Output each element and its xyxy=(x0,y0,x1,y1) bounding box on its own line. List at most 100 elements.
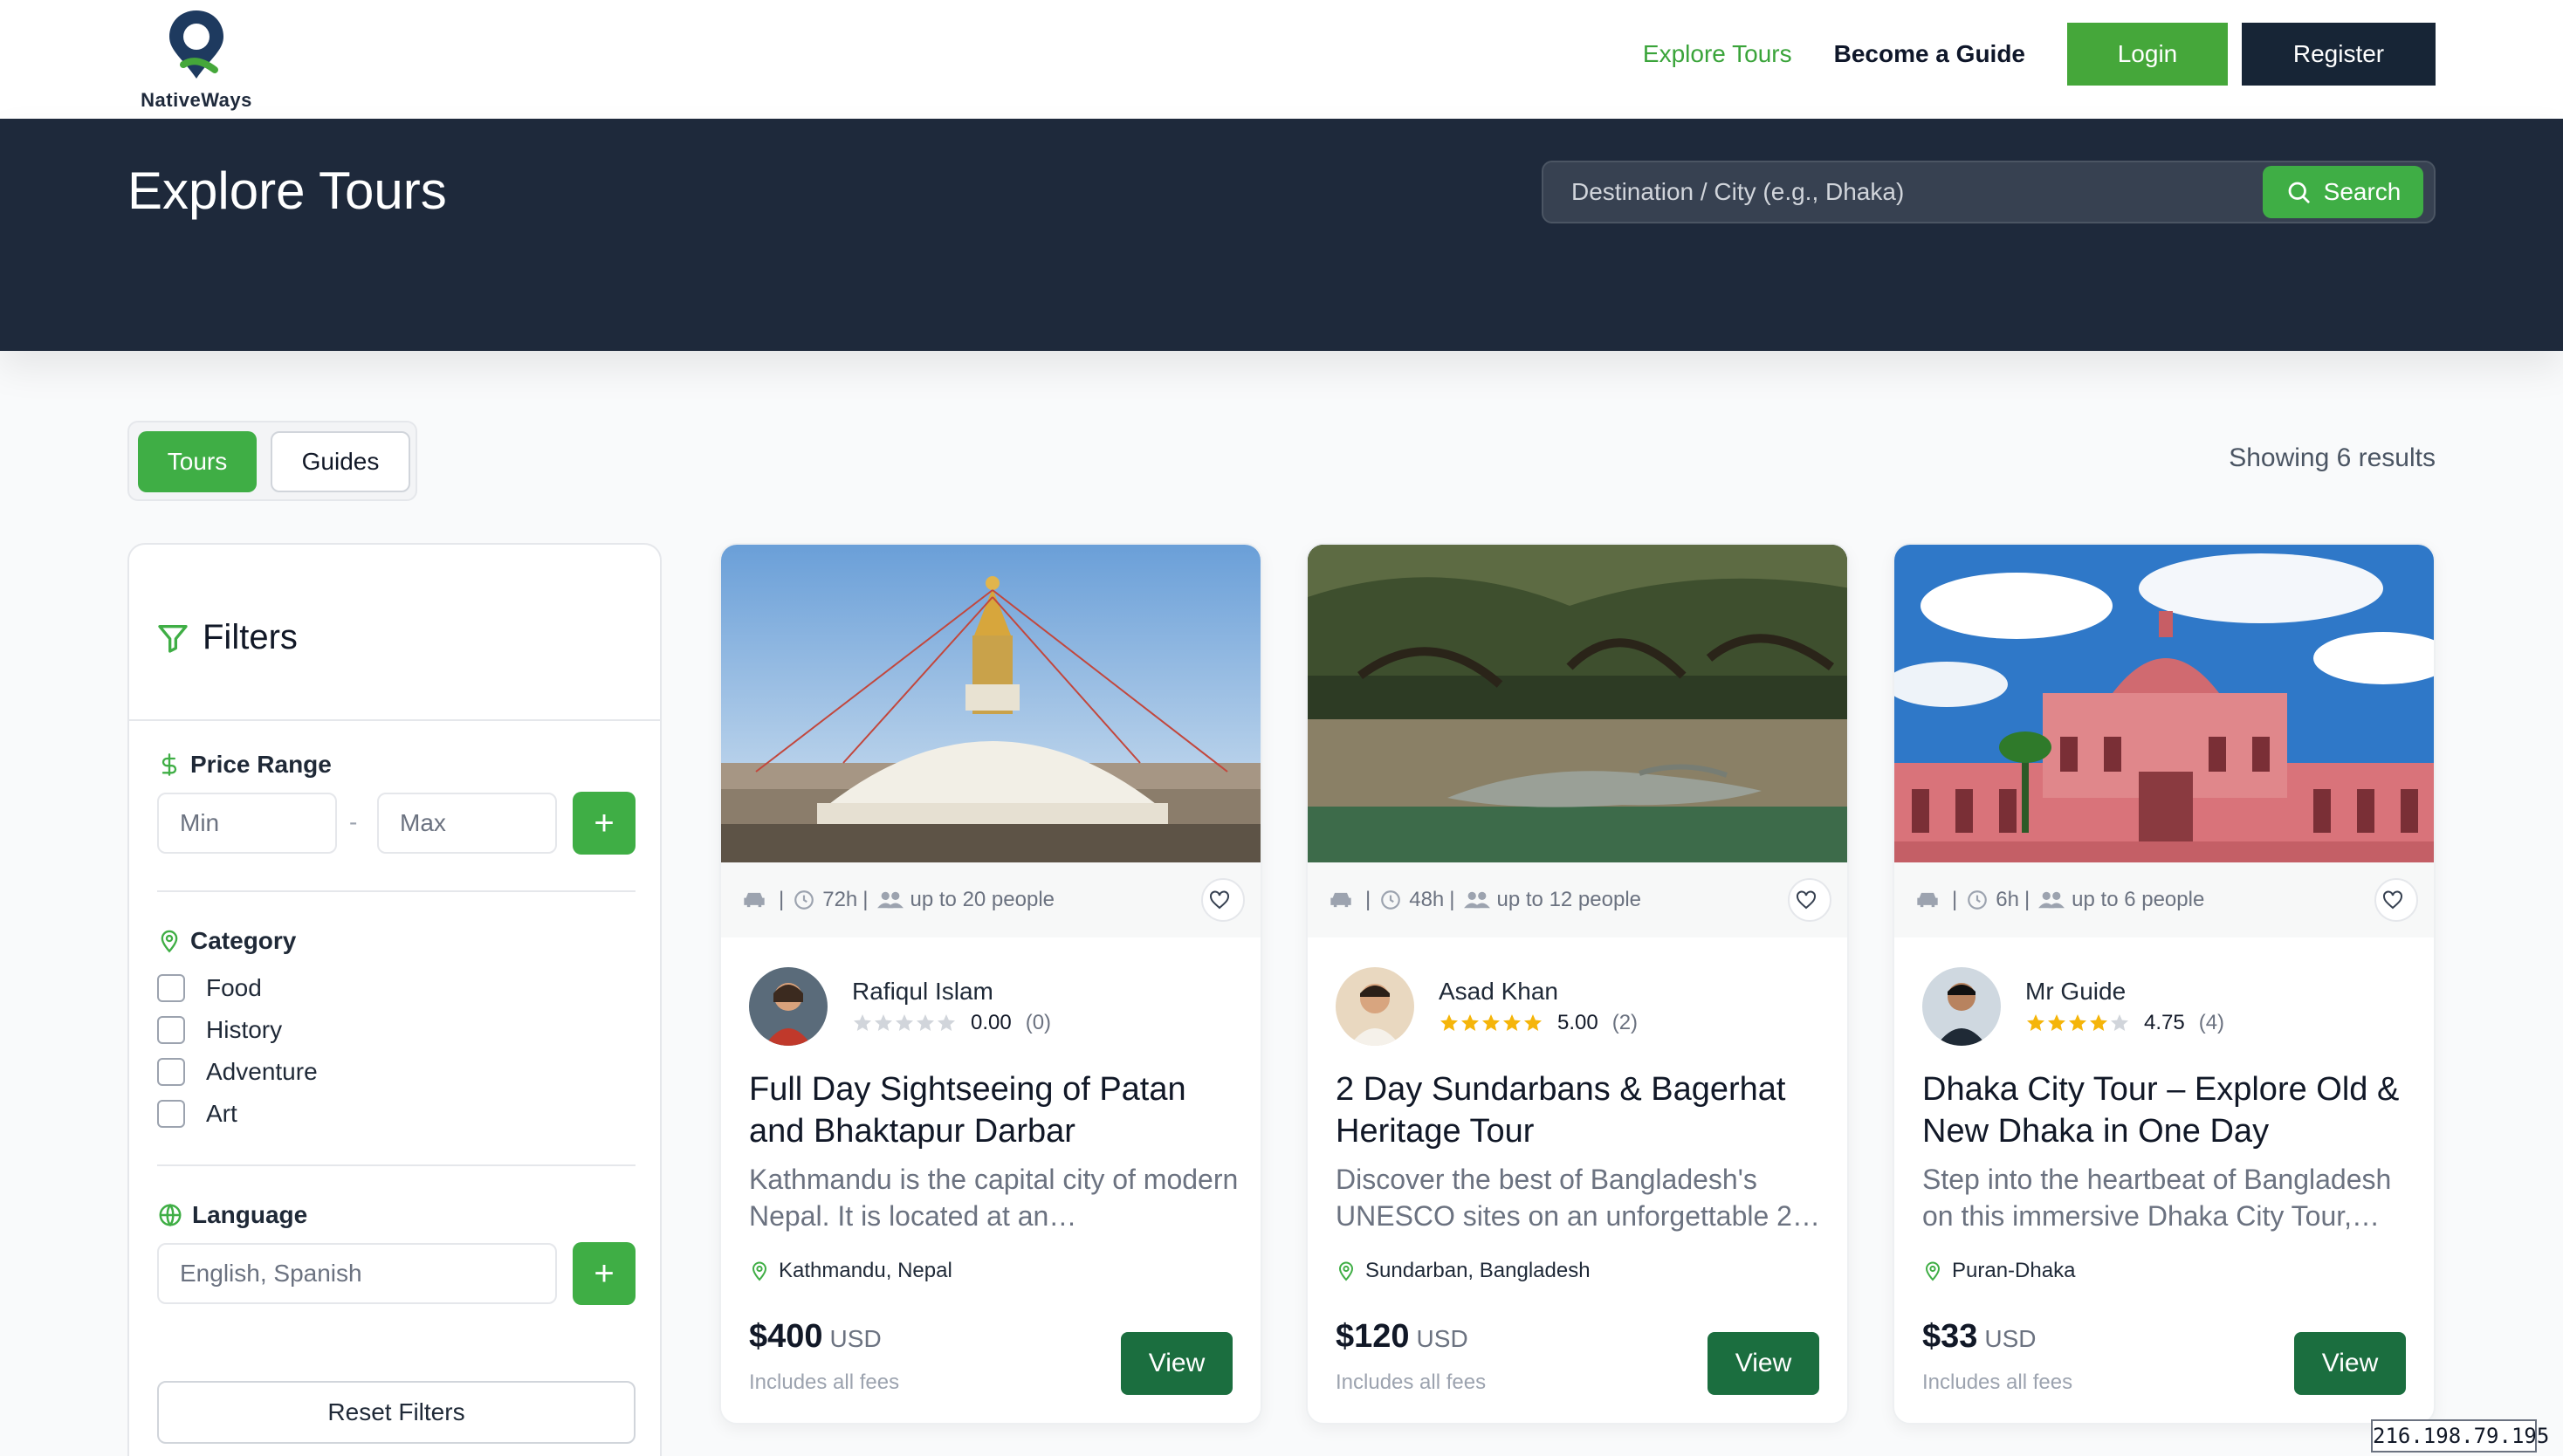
register-button[interactable]: Register xyxy=(2242,23,2436,86)
star-icon xyxy=(875,1014,892,1031)
price-min-input[interactable] xyxy=(157,793,337,854)
nav-become-guide[interactable]: Become a Guide xyxy=(1834,40,2025,68)
map-pin-icon xyxy=(161,930,178,953)
guide-name[interactable]: Asad Khan xyxy=(1439,978,1558,1006)
filter-icon xyxy=(158,624,188,653)
tour-location: Puran-Dhaka xyxy=(1922,1259,2075,1283)
tour-capacity: up to 12 people xyxy=(1496,888,1641,911)
favorite-button[interactable] xyxy=(1788,878,1831,922)
language-input[interactable] xyxy=(157,1243,557,1304)
results-count: Showing 6 results xyxy=(2229,443,2436,472)
tour-meta: | 72h | up to 20 people xyxy=(721,862,1261,937)
category-history[interactable]: History xyxy=(157,1016,282,1044)
search-button-label: Search xyxy=(2323,178,2402,205)
tab-tours[interactable]: Tours xyxy=(138,431,257,492)
clock-icon xyxy=(1968,890,1988,910)
tour-price: $33 USD xyxy=(1922,1318,2037,1356)
star-icon xyxy=(2090,1014,2107,1031)
star-icon xyxy=(896,1014,913,1031)
category-art[interactable]: Art xyxy=(157,1100,237,1128)
star-rating xyxy=(2025,1013,2130,1034)
star-icon xyxy=(917,1014,934,1031)
tour-description: Step into the heartbeat of Bangladesh on… xyxy=(1922,1164,2392,1232)
review-count: (4) xyxy=(2198,1011,2225,1034)
hero-banner: Explore Tours Search xyxy=(0,119,2563,351)
search-icon xyxy=(2288,182,2310,203)
category-history-checkbox[interactable] xyxy=(157,1016,185,1044)
tour-fees-note: Includes all fees xyxy=(749,1370,900,1394)
tour-title[interactable]: Full Day Sightseeing of Patan and Bhakta… xyxy=(749,1068,1247,1152)
filters-divider xyxy=(129,719,660,721)
favorite-button[interactable] xyxy=(2374,878,2418,922)
tour-image-crocodile[interactable] xyxy=(1308,545,1847,862)
destination-search-input[interactable] xyxy=(1543,162,2259,222)
tour-title[interactable]: Dhaka City Tour – Explore Old & New Dhak… xyxy=(1922,1068,2420,1152)
category-food[interactable]: Food xyxy=(157,974,262,1002)
tour-location: Kathmandu, Nepal xyxy=(749,1259,952,1283)
price-range-title: Price Range xyxy=(190,751,332,778)
clock-icon xyxy=(1381,890,1401,910)
clock-icon xyxy=(794,890,814,910)
tour-image-stupa[interactable] xyxy=(721,545,1261,862)
tour-duration: 48h xyxy=(1409,888,1445,911)
star-icon xyxy=(938,1014,955,1031)
tour-location-label: Puran-Dhaka xyxy=(1952,1259,2076,1282)
category-art-checkbox[interactable] xyxy=(157,1100,185,1128)
users-icon xyxy=(876,891,904,909)
language-add-button[interactable]: + xyxy=(573,1242,636,1305)
tour-price-currency: USD xyxy=(1416,1325,1468,1352)
brand-logo[interactable]: NativeWays xyxy=(131,5,262,111)
star-icon xyxy=(2027,1014,2044,1031)
category-adventure-checkbox[interactable] xyxy=(157,1058,185,1086)
language-title: Language xyxy=(192,1201,308,1228)
tour-capacity: up to 20 people xyxy=(910,888,1055,911)
car-icon xyxy=(1330,892,1351,908)
tour-card[interactable]: | 72h | up to 20 people Rafiqul Islam 0.… xyxy=(719,543,1262,1425)
tour-location-label: Sundarban, Bangladesh xyxy=(1365,1259,1591,1282)
search-button[interactable]: Search xyxy=(2263,166,2423,218)
price-max-input[interactable] xyxy=(377,793,557,854)
tour-fees-note: Includes all fees xyxy=(1922,1370,2073,1394)
category-food-checkbox[interactable] xyxy=(157,974,185,1002)
guide-name[interactable]: Mr Guide xyxy=(2025,978,2126,1006)
star-icon xyxy=(2069,1014,2086,1031)
globe-icon xyxy=(159,1203,182,1227)
search-bar: Search xyxy=(1542,161,2436,223)
guide-name[interactable]: Rafiqul Islam xyxy=(852,978,993,1006)
tour-duration: 72h xyxy=(822,888,858,911)
review-count: (2) xyxy=(1611,1011,1639,1034)
view-tour-button[interactable]: View xyxy=(2294,1332,2406,1395)
tour-title[interactable]: 2 Day Sundarbans & Bagerhat Heritage Tou… xyxy=(1336,1068,1833,1152)
price-apply-button[interactable]: + xyxy=(573,792,636,855)
map-pin-icon xyxy=(1338,1261,1354,1281)
category-adventure[interactable]: Adventure xyxy=(157,1058,318,1086)
favorite-button[interactable] xyxy=(1201,878,1245,922)
view-tour-button[interactable]: View xyxy=(1121,1332,1233,1395)
guide-avatar[interactable] xyxy=(1922,967,2001,1046)
category-title: Category xyxy=(190,927,297,954)
tour-price: $400 USD xyxy=(749,1318,882,1356)
rating-score: 5.00 xyxy=(1557,1011,1598,1034)
heart-icon xyxy=(1210,890,1229,910)
guide-avatar[interactable] xyxy=(749,967,828,1046)
users-icon xyxy=(1463,891,1490,909)
tour-price-currency: USD xyxy=(1984,1325,2037,1352)
view-tour-button[interactable]: View xyxy=(1708,1332,1819,1395)
tour-card[interactable]: | 48h | up to 12 people Asad Khan 5.00 (… xyxy=(1306,543,1849,1425)
tour-location: Sundarban, Bangladesh xyxy=(1336,1259,1591,1283)
star-icon xyxy=(854,1014,871,1031)
guide-avatar[interactable] xyxy=(1336,967,1414,1046)
nav-explore-tours[interactable]: Explore Tours xyxy=(1643,40,1792,68)
tour-fees-note: Includes all fees xyxy=(1336,1370,1487,1394)
reset-filters-button[interactable]: Reset Filters xyxy=(157,1381,636,1444)
tour-card[interactable]: | 6h | up to 6 people Mr Guide 4.75 (4) … xyxy=(1893,543,2436,1425)
tour-meta: | 48h | up to 12 people xyxy=(1308,862,1847,937)
tour-description: Discover the best of Bangladesh's UNESCO… xyxy=(1336,1164,1820,1232)
tab-guides[interactable]: Guides xyxy=(271,431,410,492)
tour-description: Kathmandu is the capital city of modern … xyxy=(749,1164,1239,1232)
tour-image-palace[interactable] xyxy=(1894,545,2434,862)
main-nav: Explore Tours Become a Guide Login Regis… xyxy=(1643,23,2436,86)
tour-price-amount: $120 xyxy=(1336,1318,1410,1355)
login-button[interactable]: Login xyxy=(2067,23,2228,86)
brand-name: NativeWays xyxy=(141,89,252,111)
